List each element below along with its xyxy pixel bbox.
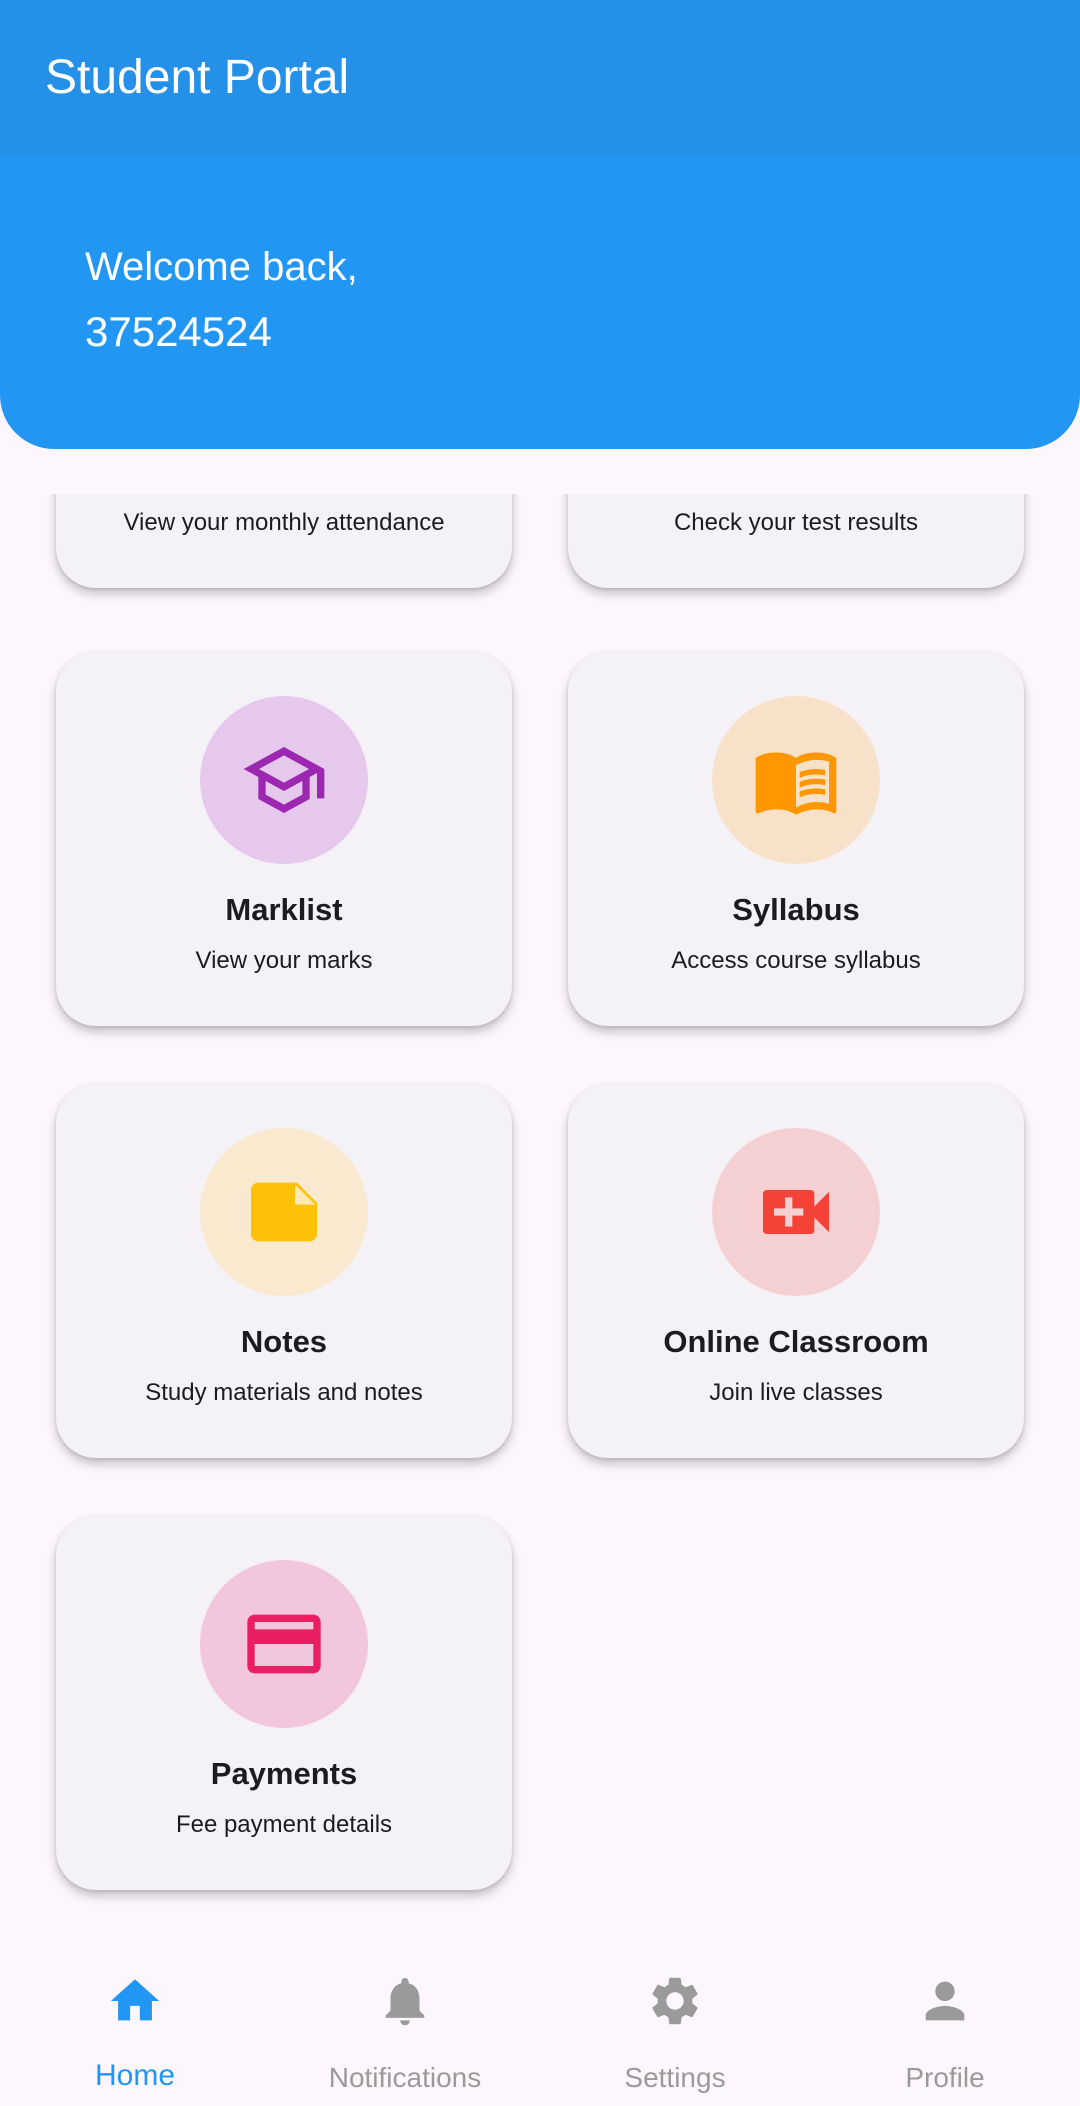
card-subtitle: Fee payment details bbox=[175, 1811, 393, 1838]
card-subtitle: Study materials and notes bbox=[145, 1379, 423, 1406]
card-title: Syllabus bbox=[732, 892, 860, 927]
card-title: Payments bbox=[210, 1756, 358, 1791]
card-title: Marklist bbox=[225, 892, 343, 927]
card-syllabus[interactable]: Syllabus Access course syllabus bbox=[568, 652, 1024, 1026]
welcome-greeting: Welcome back, bbox=[85, 245, 358, 289]
icon-circle bbox=[200, 1128, 368, 1296]
bell-icon bbox=[385, 1978, 425, 2026]
card-title: Online Classroom bbox=[663, 1324, 929, 1359]
nav-label: Profile bbox=[905, 2062, 985, 2093]
bottom-navigation: Home Notifications Settings Profile bbox=[0, 1946, 1080, 2106]
nav-label: Home bbox=[94, 2059, 176, 2092]
nav-home[interactable]: Home bbox=[0, 1946, 270, 2106]
note-icon bbox=[251, 1182, 317, 1242]
card-subtitle: Access course syllabus bbox=[671, 947, 921, 974]
gear-icon bbox=[652, 1977, 698, 2025]
student-id: 37524524 bbox=[85, 308, 272, 355]
app-bar: Student Portal bbox=[0, 0, 1080, 157]
welcome-banner: Welcome back, 37524524 bbox=[0, 157, 1080, 449]
card-payments[interactable]: Payments Fee payment details bbox=[56, 1516, 512, 1890]
page-title: Student Portal bbox=[45, 51, 350, 104]
card-attendance[interactable]: View your monthly attendance bbox=[56, 494, 512, 588]
dashboard-grid[interactable]: View your monthly attendance Check your … bbox=[0, 494, 1080, 1906]
card-subtitle: Join live classes bbox=[709, 1379, 883, 1406]
nav-label: Settings bbox=[624, 2062, 726, 2093]
credit-card-icon bbox=[247, 1614, 321, 1674]
icon-circle bbox=[200, 696, 368, 864]
card-subtitle: View your marks bbox=[195, 947, 373, 974]
card-marklist[interactable]: Marklist View your marks bbox=[56, 652, 512, 1026]
card-test-results[interactable]: Check your test results bbox=[568, 494, 1024, 588]
nav-notifications[interactable]: Notifications bbox=[270, 1946, 540, 2106]
card-subtitle: Check your test results bbox=[673, 509, 919, 536]
card-notes[interactable]: Notes Study materials and notes bbox=[56, 1084, 512, 1458]
icon-circle bbox=[200, 1560, 368, 1728]
card-title: Notes bbox=[240, 1324, 328, 1359]
book-icon bbox=[755, 752, 837, 815]
card-subtitle: View your monthly attendance bbox=[123, 509, 445, 536]
person-icon bbox=[925, 1981, 965, 2021]
card-online-classroom[interactable]: Online Classroom Join live classes bbox=[568, 1084, 1024, 1458]
video-call-icon bbox=[763, 1190, 829, 1234]
icon-circle bbox=[712, 1128, 880, 1296]
graduation-cap-icon bbox=[243, 747, 325, 813]
nav-profile[interactable]: Profile bbox=[810, 1946, 1080, 2106]
nav-label: Notifications bbox=[328, 2062, 482, 2093]
nav-settings[interactable]: Settings bbox=[540, 1946, 810, 2106]
icon-circle bbox=[712, 696, 880, 864]
home-icon bbox=[110, 1979, 160, 2021]
